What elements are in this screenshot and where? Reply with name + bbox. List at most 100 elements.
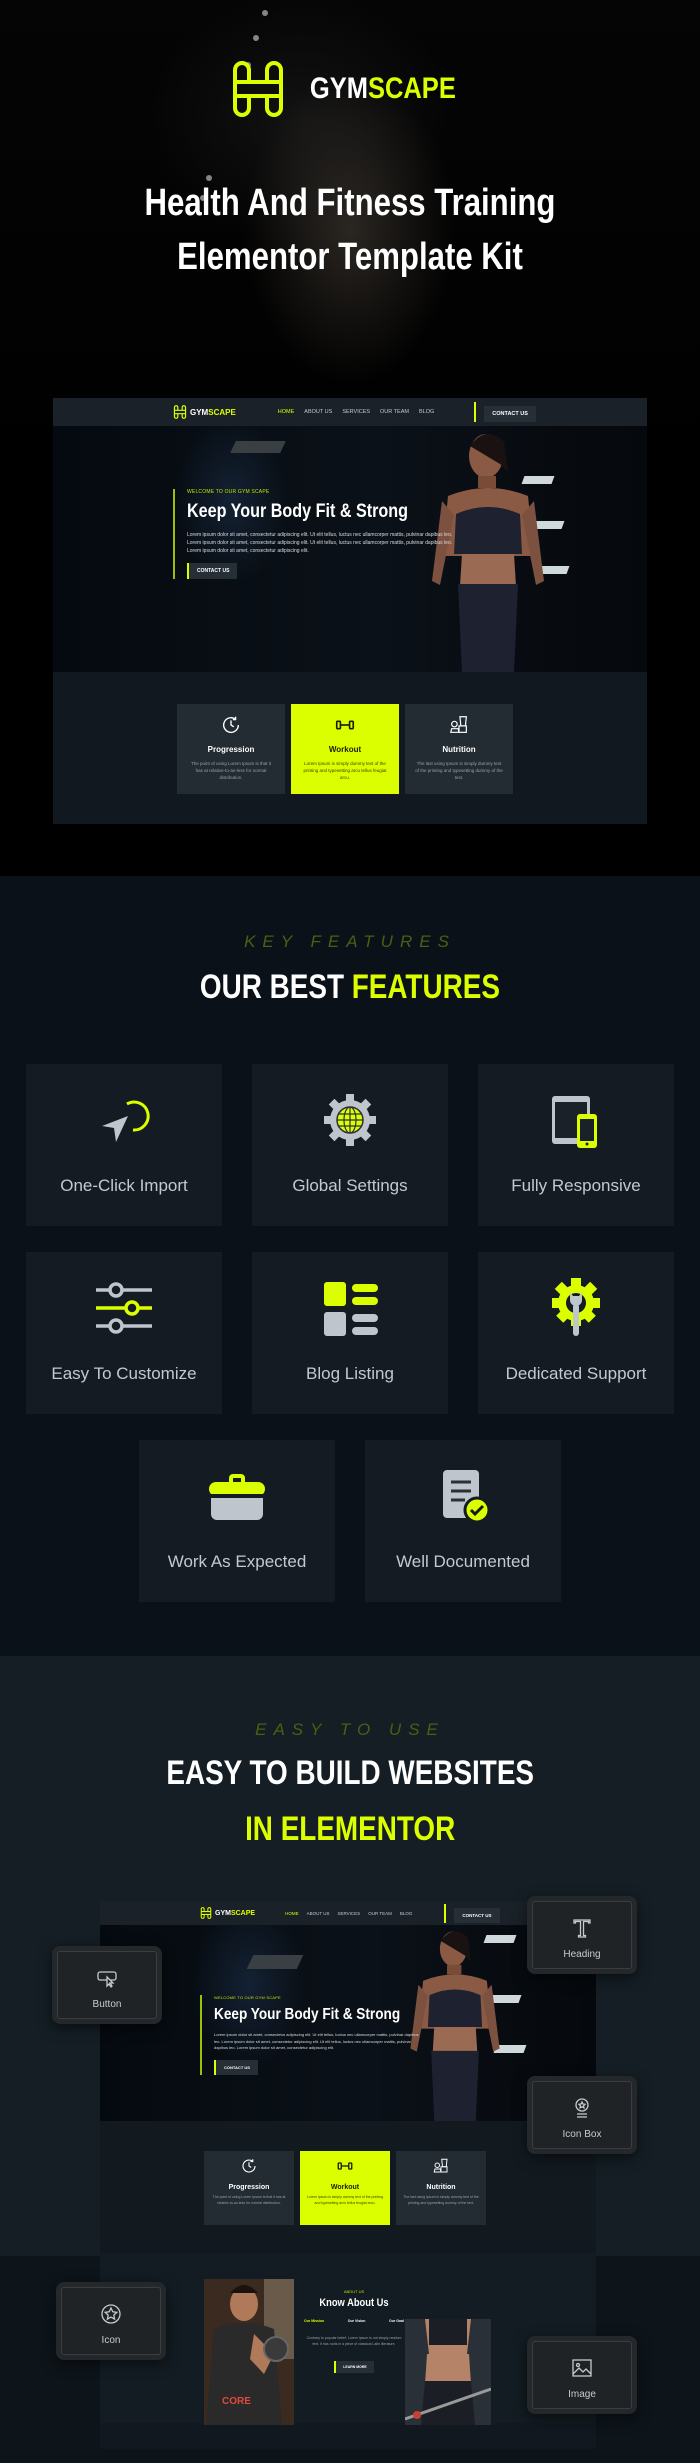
easy-eyebrow: EASY TO USE (255, 1720, 445, 1739)
widget-button[interactable]: Button (52, 1946, 162, 2024)
icon-box-widget-icon (575, 2098, 589, 2118)
svg-text:CORE: CORE (222, 2396, 251, 2407)
feature-label: Dedicated Support (505, 1364, 647, 1383)
tab-our-goal[interactable]: Our Goal (389, 2319, 404, 2323)
about-tabs: Our Mission Our Vision Our Goal (304, 2319, 404, 2323)
widget-icon-box[interactable]: Icon Box (527, 2076, 637, 2154)
preview-banner: WELCOME TO OUR GYM SCAPE Keep Your Body … (53, 426, 647, 672)
service-cards: Progression The point of using Lorem Ips… (177, 704, 513, 794)
preview-logo[interactable]: GYM SCAPE (173, 405, 236, 419)
feature-label: Global Settings (292, 1176, 408, 1195)
blender-nutrition-icon (449, 716, 467, 733)
learn-more-button[interactable]: LEARN MORE (334, 2361, 374, 2373)
feature-card: Well Documented (365, 1440, 561, 1602)
card-text: The last using Ipsum is simply dummy tex… (403, 2195, 479, 2205)
banner-paragraph: Lorem ipsum dolor sit amet, consectetur … (187, 532, 453, 554)
feature-card: Work As Expected (139, 1440, 335, 1602)
brand-name-white: GYM (310, 72, 369, 105)
card-title: Nutrition (426, 2184, 456, 2191)
banner-eyebrow: WELCOME TO OUR GYM SCAPE (187, 489, 270, 495)
banner-copy: WELCOME TO OUR GYM SCAPE Keep Your Body … (173, 489, 453, 579)
about-paragraph: Contrary to popular belief, Lorem Ipsum … (306, 2336, 402, 2346)
feature-label: Easy To Customize (51, 1364, 197, 1383)
easy-title-line1: EASY TO BUILD WEBSITES (0, 1754, 700, 1793)
brand-name-accent: SCAPE (230, 1909, 256, 1917)
preview-logo[interactable]: GYM SCAPE (200, 1907, 255, 1919)
brand-name-accent: SCAPE (368, 72, 456, 105)
nav-item-services[interactable]: SERVICES (338, 1911, 361, 1916)
woman-athlete-photo (405, 2319, 491, 2425)
widget-label: Button (92, 1999, 122, 2010)
star-circle-widget-icon (101, 2304, 121, 2324)
widget-icon[interactable]: Icon (56, 2282, 166, 2360)
widget-label: Icon Box (562, 2129, 602, 2140)
ceiling-light (262, 10, 268, 16)
feature-card: Global Settings (252, 1064, 448, 1226)
nav-cta: CONTACT US (444, 1903, 500, 1923)
feature-label: Work As Expected (167, 1552, 307, 1571)
nav-item-home[interactable]: HOME (278, 409, 295, 415)
hero-title-line1: Health And Fitness Training (144, 182, 556, 224)
card-text: Lorem Ipsum is simply dummy text of the … (306, 2195, 384, 2205)
about-title: Know About Us (319, 2297, 389, 2309)
service-cards: Progression The point of using Lorem Ips… (204, 2151, 486, 2225)
hero-title-line2: Elementor Template Kit (177, 236, 523, 278)
service-card-nutrition[interactable]: Nutrition The last using Ipsum is simply… (405, 704, 513, 794)
service-card-workout[interactable]: Workout Lorem Ipsum is simply dummy text… (291, 704, 399, 794)
nav-item-blog[interactable]: BLOG (419, 409, 434, 415)
banner-paragraph: Lorem ipsum dolor sit amet, consectetur … (214, 2032, 419, 2050)
website-preview: GYM SCAPE HOME ABOUT US SERVICES OUR TEAM… (53, 398, 647, 824)
widget-heading[interactable]: Heading (527, 1896, 637, 1974)
service-card-progression[interactable]: Progression The point of using Lorem Ips… (177, 704, 285, 794)
preview-navbar: GYM SCAPE HOME ABOUT US SERVICES OUR TEAM… (53, 398, 647, 426)
cursor-click-icon (102, 1100, 150, 1142)
contact-us-button[interactable]: CONTACT US (484, 406, 536, 422)
contact-us-button[interactable]: CONTACT US (454, 1907, 500, 1923)
banner-headline: Keep Your Body Fit & Strong (187, 501, 409, 522)
gear-globe-icon (324, 1094, 376, 1146)
devices-icon (552, 1096, 597, 1148)
feature-label: Fully Responsive (511, 1176, 641, 1195)
brand-name-white: GYM (215, 1909, 231, 1917)
card-text: The point of using Lorem Ipsum is that i… (190, 761, 272, 780)
about-copy: ABOUT US Know About Us Our Mission Our V… (304, 2289, 404, 2373)
clock-refresh-icon (223, 716, 240, 734)
website-preview-editor: GYM SCAPE HOME ABOUT US SERVICES OUR TEAM… (100, 1901, 596, 2449)
man-lifting-dumbbell-photo: CORE (204, 2279, 294, 2425)
tab-our-vision[interactable]: Our Vision (348, 2319, 366, 2323)
card-title: Progression (228, 2184, 270, 2191)
preview-menu: HOME ABOUT US SERVICES OUR TEAM BLOG (278, 409, 434, 415)
brand-name-white: GYM (190, 407, 209, 417)
features-title: OUR BEST FEATURES (0, 968, 700, 1007)
image-widget-icon (572, 2359, 592, 2377)
button-widget-icon (97, 1971, 117, 1989)
widget-label: Icon (101, 2335, 121, 2346)
dumbbell-icon (337, 2162, 353, 2170)
heading-widget-icon (573, 1919, 591, 1938)
nav-item-our-team[interactable]: OUR TEAM (368, 1911, 392, 1916)
service-card-progression[interactable]: Progression The point of using Lorem Ips… (204, 2151, 294, 2225)
card-text: Lorem Ipsum is simply dummy text of the … (303, 761, 387, 780)
clock-refresh-icon (242, 2159, 256, 2173)
tab-our-mission[interactable]: Our Mission (304, 2319, 324, 2323)
service-card-nutrition[interactable]: Nutrition The last using Ipsum is simply… (396, 2151, 486, 2225)
card-title: Workout (328, 745, 362, 754)
banner-contact-button[interactable]: CONTACT US (187, 563, 238, 579)
nav-item-blog[interactable]: BLOG (400, 1911, 413, 1916)
nav-item-our-team[interactable]: OUR TEAM (380, 409, 409, 415)
nav-item-about-us[interactable]: ABOUT US (307, 1911, 330, 1916)
feature-card: Dedicated Support (478, 1252, 674, 1414)
gymscape-logo-icon (233, 61, 284, 117)
banner-copy: WELCOME TO OUR GYM SCAPE Keep Your Body … (200, 1995, 425, 2075)
nav-item-services[interactable]: SERVICES (342, 409, 370, 415)
list-layout-icon (324, 1282, 378, 1336)
nav-item-about-us[interactable]: ABOUT US (304, 409, 332, 415)
nav-item-home[interactable]: HOME (285, 1911, 299, 1916)
easy-title-line2: IN ELEMENTOR (0, 1810, 700, 1849)
ceiling-panel (230, 441, 286, 453)
service-card-workout[interactable]: Workout Lorem Ipsum is simply dummy text… (300, 2151, 390, 2225)
banner-headline: Keep Your Body Fit & Strong (214, 2006, 401, 2023)
features-eyebrow: KEY FEATURES (244, 932, 456, 951)
banner-contact-button[interactable]: CONTACT US (214, 2059, 258, 2075)
widget-image[interactable]: Image (527, 2336, 637, 2414)
